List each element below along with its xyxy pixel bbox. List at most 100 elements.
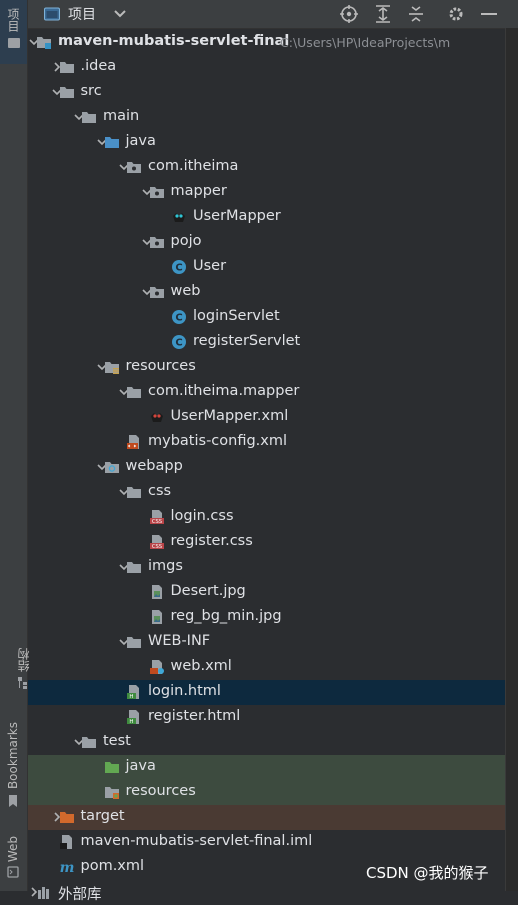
package-icon [149, 237, 164, 248]
tree-row-pojo[interactable]: pojo [28, 230, 505, 255]
tree-row-mapper[interactable]: mapper [28, 180, 505, 205]
image-file-icon [151, 585, 162, 599]
test-resources-folder-icon [104, 787, 119, 799]
collapse-all-button[interactable] [406, 4, 426, 24]
view-selector-label[interactable]: 项目 [68, 4, 96, 24]
tree-row-item[interactable]: 外部库 [28, 880, 505, 905]
tree-row-com-itheima[interactable]: com.itheima [28, 155, 505, 180]
tree-row-java[interactable]: java [28, 755, 505, 780]
watermark: CSDN @我的猴子 [366, 864, 489, 882]
bookmarks-tool-tab[interactable]: Bookmarks [6, 722, 20, 808]
folder-icon [82, 112, 96, 123]
css-file-icon: CSS [149, 535, 164, 550]
tree-row-web[interactable]: web [28, 280, 505, 305]
resources-folder-icon [104, 362, 119, 374]
tree-item-label: login.css [170, 508, 234, 524]
tree-row-web-inf[interactable]: WEB-INF [28, 630, 505, 655]
tree-item-label: java [125, 133, 156, 149]
test-folder-icon [104, 762, 119, 773]
tree-item-label: UserMapper [193, 208, 281, 224]
tree-row-usermapper[interactable]: UserMapper [28, 205, 505, 230]
iml-file-icon [59, 835, 72, 849]
tree-item-label: 外部库 [58, 887, 102, 903]
tree-row-user[interactable]: C User [28, 255, 505, 280]
tree-row-login-css[interactable]: CSS login.css [28, 505, 505, 530]
tree-item-label: pom.xml [80, 858, 145, 874]
tree-item-label: resources [125, 783, 196, 799]
tree-row-usermapper-xml[interactable]: UserMapper.xml [28, 405, 505, 430]
tree-row-idea[interactable]: .idea [28, 55, 505, 80]
tree-item-label: reg_bg_min.jpg [170, 608, 282, 624]
svg-text:m: m [59, 860, 74, 875]
package-icon [149, 287, 164, 298]
tree-row-maven-mubatis-servlet-final-iml[interactable]: maven-mubatis-servlet-final.iml [28, 830, 505, 855]
project-tool-tab[interactable]: 项目 [0, 0, 27, 64]
tree-item-label: maven-mubatis-servlet-final.iml [80, 833, 313, 849]
tree-row-src[interactable]: src [28, 80, 505, 105]
svg-text:CSS: CSS [151, 544, 161, 550]
folder-icon [127, 487, 141, 498]
tree-row-register-css[interactable]: CSS register.css [28, 530, 505, 555]
svg-text:H: H [129, 694, 133, 700]
minimize-icon [481, 13, 497, 15]
tree-item-label: login.html [148, 683, 221, 699]
tree-row-main[interactable]: main [28, 105, 505, 130]
svg-text:C: C [175, 338, 182, 349]
locate-file-button[interactable] [339, 4, 359, 24]
tree-row-target[interactable]: target [28, 805, 505, 830]
svg-text:C: C [175, 263, 182, 274]
svg-text:C: C [175, 313, 182, 324]
web-tab-label: Web [6, 836, 20, 863]
package-icon [149, 187, 164, 198]
chevron-down-icon[interactable] [114, 10, 126, 18]
tree-item-label: WEB-INF [148, 633, 211, 649]
folder-icon [127, 387, 141, 398]
xml-file-icon [127, 435, 139, 449]
tree-row-resources[interactable]: resources [28, 780, 505, 805]
tree-item-label: main [103, 108, 140, 124]
options-button[interactable] [446, 4, 466, 24]
project-tab-label: 项目 [6, 8, 20, 32]
tree-row-java[interactable]: java [28, 130, 505, 155]
folder-icon [127, 637, 141, 648]
web-icon [7, 866, 19, 878]
tree-row-mybatis-config-xml[interactable]: mybatis-config.xml [28, 430, 505, 455]
tree-row-register-html[interactable]: Hregister.html [28, 705, 505, 730]
tree-row-maven-mubatis-servlet-final[interactable]: maven-mubatis-servlet-final C:\Users\HP\I… [28, 30, 505, 55]
expand-all-button[interactable] [373, 4, 393, 24]
java-class-icon: C [172, 335, 186, 349]
tree-item-label: pojo [170, 233, 202, 249]
tree-row-test[interactable]: test [28, 730, 505, 755]
tree-row-desert-jpg[interactable]: Desert.jpg [28, 580, 505, 605]
tree-item-label: register.html [148, 708, 241, 724]
tree-item-label: com.itheima [148, 158, 239, 174]
tree-item-label: src [80, 83, 102, 99]
tree-row-reg-bg-min-jpg[interactable]: reg_bg_min.jpg [28, 605, 505, 630]
mybatis-mapper-icon [173, 213, 185, 222]
tree-item-label: UserMapper.xml [170, 408, 289, 424]
module-path: C:\Users\HP\IdeaProjects\m [280, 35, 451, 50]
tree-row-login-html[interactable]: Hlogin.html [28, 680, 505, 705]
tree-item-label: imgs [148, 558, 183, 574]
excluded-folder-icon [59, 812, 74, 823]
tree-item-label: com.itheima.mapper [148, 383, 300, 399]
tree-row-loginservlet[interactable]: CloginServlet [28, 305, 505, 330]
mybatis-xml-icon [150, 413, 163, 422]
tree-item-label: target [80, 808, 125, 824]
tree-item-label: registerServlet [193, 333, 301, 349]
editor-gutter-edge [505, 28, 518, 891]
tree-row-css[interactable]: css [28, 480, 505, 505]
tree-row-webapp[interactable]: webapp [28, 455, 505, 480]
tree-row-resources[interactable]: resources [28, 355, 505, 380]
hide-panel-button[interactable] [479, 4, 499, 24]
tree-row-imgs[interactable]: imgs [28, 555, 505, 580]
svg-text:CSS: CSS [151, 519, 161, 525]
tree-item-label: resources [125, 358, 196, 374]
tree-row-registerservlet[interactable]: CregisterServlet [28, 330, 505, 355]
tree-row-web-xml[interactable]: web.xml [28, 655, 505, 680]
web-tool-tab[interactable]: Web [6, 836, 20, 878]
tree-row-com-itheima-mapper[interactable]: com.itheima.mapper [28, 380, 505, 405]
tree-item-label: maven-mubatis-servlet-final [58, 33, 290, 49]
tree-item-label: mapper [170, 183, 227, 199]
project-tree: maven-mubatis-servlet-final C:\Users\HP\I… [28, 30, 505, 903]
